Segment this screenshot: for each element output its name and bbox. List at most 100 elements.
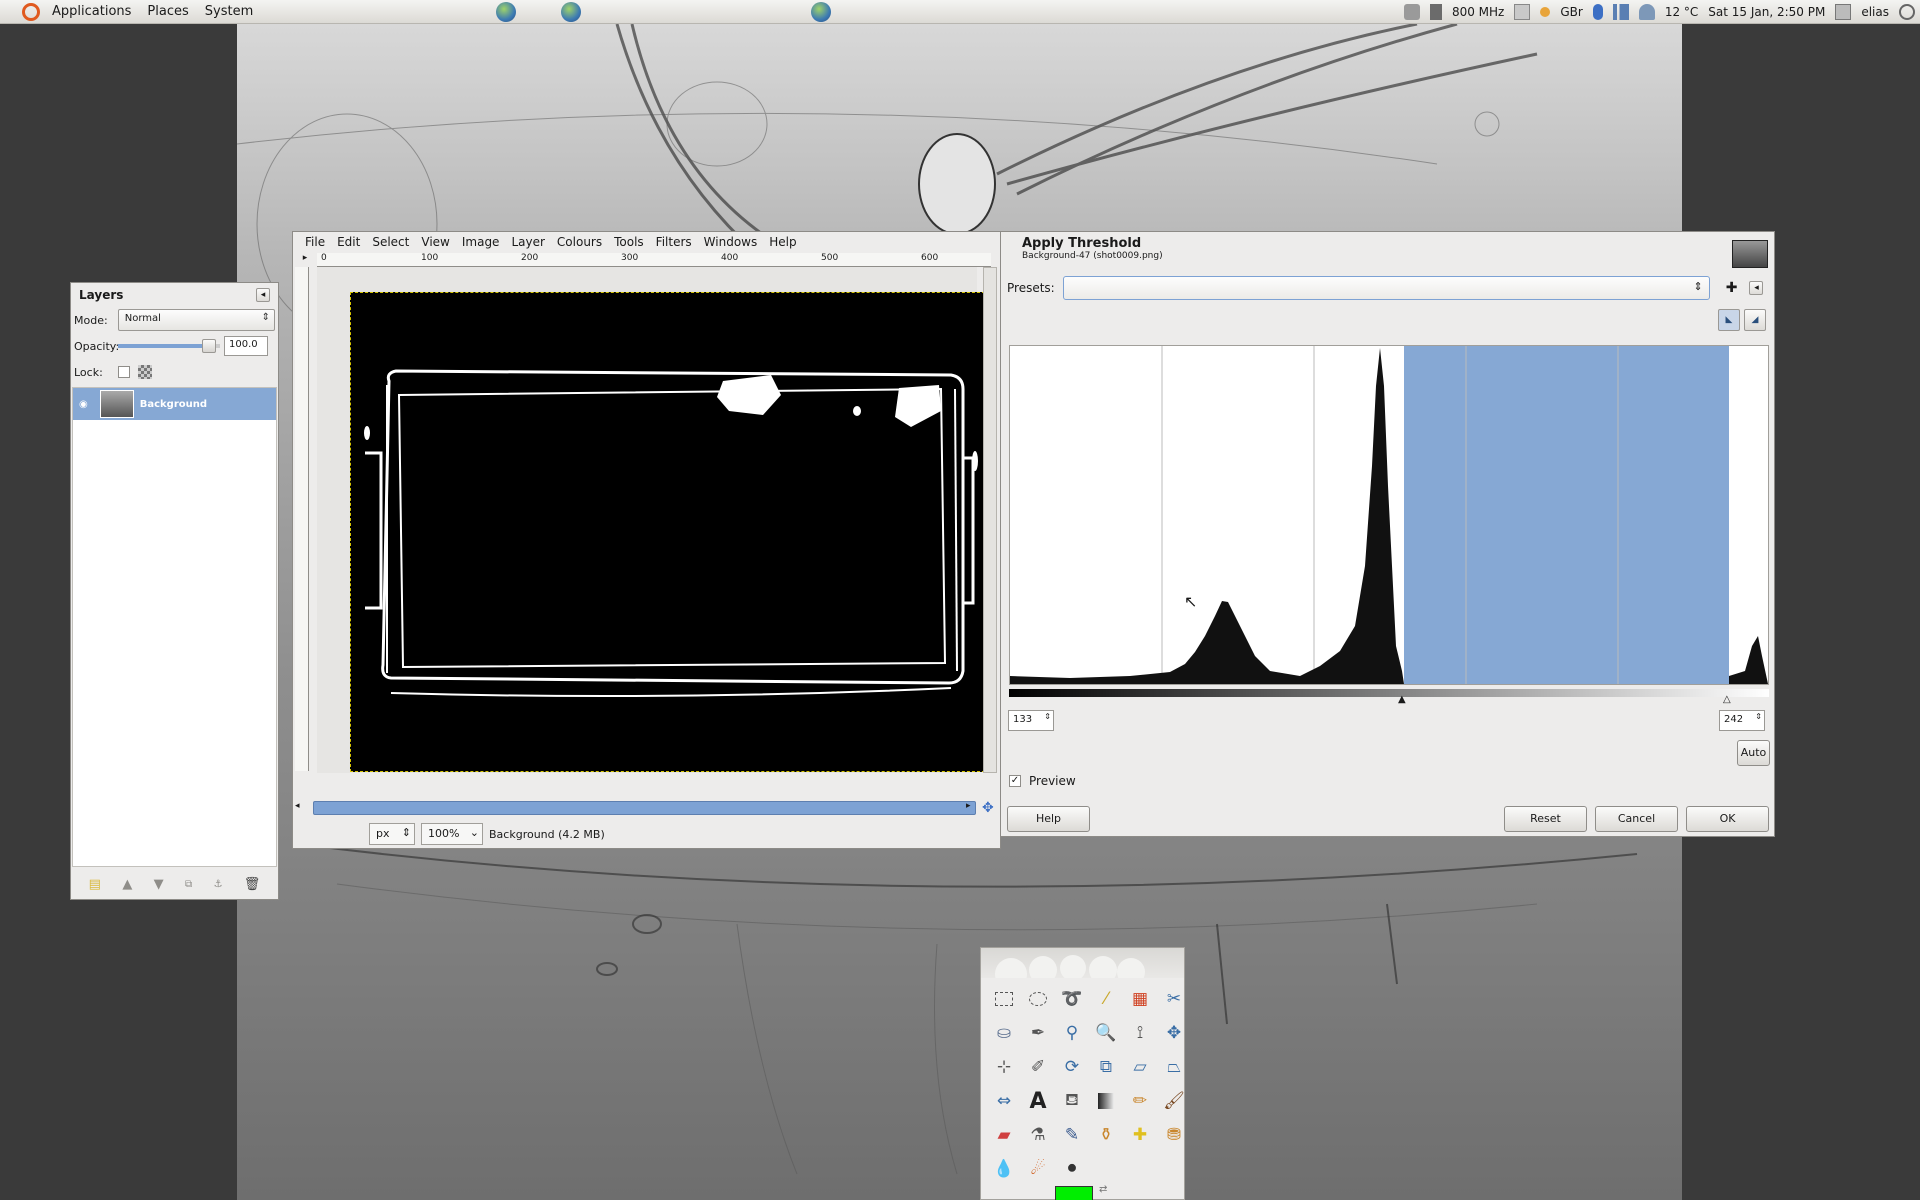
horizontal-scrollbar[interactable]	[313, 801, 976, 815]
zoom-combo[interactable]: 100% ⌄	[421, 823, 483, 845]
auto-button[interactable]: Auto	[1737, 740, 1770, 766]
signal-icon[interactable]	[1612, 4, 1629, 20]
horizontal-ruler[interactable]: 0 100 200 300 400 500 600	[317, 253, 991, 267]
paths-tool-icon[interactable]: ✒	[1021, 1016, 1055, 1050]
linear-histogram-button[interactable]: ◣	[1718, 309, 1740, 331]
raise-layer-icon[interactable]: ▲	[122, 877, 132, 892]
eraser-tool-icon[interactable]: ▰	[987, 1118, 1021, 1152]
menu-tools[interactable]: Tools	[608, 235, 650, 249]
scroll-left-button[interactable]: ◂	[295, 801, 311, 815]
power-icon[interactable]	[1899, 4, 1915, 20]
high-threshold-marker-icon[interactable]: △	[1723, 694, 1731, 705]
ink-tool-icon[interactable]: ✎	[1055, 1118, 1089, 1152]
anchor-layer-icon[interactable]: ⚓	[213, 879, 222, 890]
free-select-tool-icon[interactable]: ➰	[1055, 982, 1089, 1016]
delete-layer-icon[interactable]: 🗑	[244, 877, 261, 892]
clone-tool-icon[interactable]: ⚱	[1089, 1118, 1123, 1152]
preview-checkbox[interactable]: ✓	[1009, 775, 1021, 787]
menu-select[interactable]: Select	[366, 235, 415, 249]
flip-tool-icon[interactable]: ⇔	[987, 1084, 1021, 1118]
log-histogram-button[interactable]: ◢	[1744, 309, 1766, 331]
shear-tool-icon[interactable]: ▱	[1123, 1050, 1157, 1084]
canvas-area[interactable]	[317, 267, 990, 773]
menu-help[interactable]: Help	[763, 235, 802, 249]
smudge-tool-icon[interactable]: ☄	[1021, 1152, 1055, 1186]
crop-tool-icon[interactable]: ✐	[1021, 1050, 1055, 1084]
add-preset-icon[interactable]: ✚	[1726, 280, 1738, 296]
menu-system[interactable]: System	[197, 0, 261, 24]
pencil-tool-icon[interactable]: ✏	[1123, 1084, 1157, 1118]
foreground-color-swatch[interactable]	[1055, 1186, 1093, 1200]
swap-colors-icon[interactable]: ⇄	[1099, 1184, 1107, 1195]
clock[interactable]: Sat 15 Jan, 2:50 PM	[1708, 5, 1825, 19]
menu-view[interactable]: View	[415, 235, 455, 249]
unit-combo[interactable]: px ⇕	[369, 823, 415, 845]
opacity-slider-handle[interactable]	[202, 339, 216, 353]
paintbrush-tool-icon[interactable]: 🖌	[1157, 1084, 1191, 1118]
ellipse-select-tool-icon[interactable]	[1021, 982, 1055, 1016]
low-threshold-marker-icon[interactable]: ▲	[1398, 694, 1406, 705]
keyboard-layout[interactable]: GBr	[1560, 5, 1582, 19]
cancel-button[interactable]: Cancel	[1595, 806, 1678, 832]
ubuntu-logo-icon[interactable]	[22, 2, 40, 21]
presets-menu-button[interactable]: ◂	[1749, 281, 1764, 295]
preview-toggle[interactable]: ✓ Preview	[1009, 774, 1076, 788]
dodge-burn-tool-icon[interactable]: ⚫	[1055, 1152, 1089, 1186]
lower-layer-icon[interactable]: ▼	[154, 877, 164, 892]
align-tool-icon[interactable]: ⊹	[987, 1050, 1021, 1084]
text-tool-icon[interactable]: A	[1021, 1084, 1055, 1118]
browser-launcher-icon[interactable]	[811, 2, 831, 22]
layer-name[interactable]: Background	[140, 399, 207, 410]
lock-alpha-icon[interactable]	[138, 365, 152, 379]
presets-combo[interactable]: ⇕	[1062, 276, 1710, 300]
menu-filters[interactable]: Filters	[650, 235, 698, 249]
update-icon[interactable]	[1540, 7, 1551, 17]
ok-button[interactable]: OK	[1686, 806, 1769, 832]
select-by-color-tool-icon[interactable]: ▦	[1123, 982, 1157, 1016]
browser-launcher-icon[interactable]	[561, 2, 581, 22]
menu-edit[interactable]: Edit	[331, 235, 366, 249]
menu-file[interactable]: File	[299, 235, 331, 249]
zoom-tool-icon[interactable]: 🔍	[1089, 1016, 1123, 1050]
rect-select-tool-icon[interactable]	[987, 982, 1021, 1016]
vertical-ruler[interactable]	[295, 267, 309, 771]
color-picker-tool-icon[interactable]: ⚲	[1055, 1016, 1089, 1050]
scroll-right-button[interactable]: ▸	[966, 801, 980, 815]
user-name[interactable]: elias	[1861, 5, 1889, 19]
opacity-slider[interactable]	[118, 339, 220, 353]
browser-launcher-icon[interactable]	[496, 2, 516, 22]
lock-pixels-checkbox[interactable]	[118, 366, 130, 378]
mode-combo[interactable]: Normal ⇕	[117, 309, 275, 331]
scissors-tool-icon[interactable]: ✂	[1157, 982, 1191, 1016]
menu-image[interactable]: Image	[456, 235, 506, 249]
move-tool-icon[interactable]: ✥	[1157, 1016, 1191, 1050]
menu-colours[interactable]: Colours	[551, 235, 608, 249]
dock-menu-button[interactable]: ◂	[256, 288, 270, 302]
vertical-scrollbar[interactable]	[983, 267, 997, 773]
high-threshold-spinbox[interactable]: 242 ⇕	[1719, 710, 1765, 731]
printer-icon[interactable]	[1514, 4, 1531, 20]
image-canvas[interactable]	[350, 292, 990, 772]
perspective-tool-icon[interactable]: ⏢	[1157, 1050, 1191, 1084]
new-layer-icon[interactable]: ▤	[89, 877, 101, 892]
heal-tool-icon[interactable]: ✚	[1123, 1118, 1157, 1152]
bluetooth-icon[interactable]	[1592, 4, 1603, 20]
rotate-tool-icon[interactable]: ⟳	[1055, 1050, 1089, 1084]
menu-layer[interactable]: Layer	[505, 235, 550, 249]
spin-arrows-icon[interactable]: ⇕	[1755, 712, 1762, 721]
foreground-select-tool-icon[interactable]: ⛀	[987, 1016, 1021, 1050]
volume-icon[interactable]	[1403, 4, 1420, 20]
scale-tool-icon[interactable]: ⧉	[1089, 1050, 1123, 1084]
navigate-icon[interactable]: ✥	[982, 801, 998, 817]
help-button[interactable]: Help	[1007, 806, 1090, 832]
bucket-fill-tool-icon[interactable]: ⛾	[1055, 1084, 1089, 1118]
perspective-clone-tool-icon[interactable]: ⛃	[1157, 1118, 1191, 1152]
fuzzy-select-tool-icon[interactable]: ⁄	[1089, 982, 1123, 1016]
low-threshold-spinbox[interactable]: 133 ⇕	[1008, 710, 1054, 731]
menu-applications[interactable]: Applications	[44, 0, 139, 24]
measure-tool-icon[interactable]: ⟟	[1123, 1016, 1157, 1050]
layer-row[interactable]: ◉ Background	[73, 388, 276, 420]
histogram[interactable]: ↖	[1009, 345, 1769, 685]
spin-arrows-icon[interactable]: ⇕	[1044, 712, 1051, 721]
opacity-value[interactable]: 100.0	[224, 336, 268, 356]
